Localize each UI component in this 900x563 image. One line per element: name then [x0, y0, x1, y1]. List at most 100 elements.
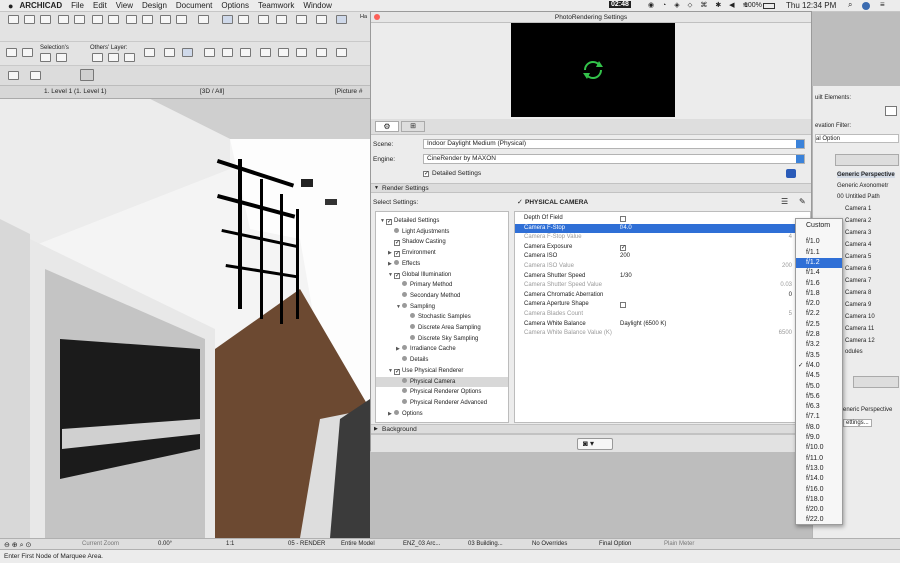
wall-icon[interactable] — [22, 48, 33, 57]
tree-item[interactable]: Details — [376, 355, 508, 365]
tree-generic-perspective[interactable]: Generic Perspective — [837, 172, 895, 178]
tree-item[interactable]: Discrete Sky Sampling — [376, 334, 508, 344]
tree-item[interactable]: ▶Environment — [376, 248, 508, 258]
scale-value[interactable]: 1:1 — [226, 541, 234, 547]
menu-teamwork[interactable]: Teamwork — [258, 1, 294, 10]
panel-action-icons[interactable] — [853, 376, 899, 388]
apple-icon[interactable]: ● — [8, 1, 13, 11]
property-row[interactable]: Camera F-Stopf/4.0▸ — [515, 223, 812, 234]
final-option[interactable]: Final Option — [599, 541, 631, 547]
undo-icon[interactable] — [58, 15, 69, 24]
camera-item[interactable]: Camera 8 — [845, 290, 871, 296]
navigator-tabs[interactable] — [835, 154, 899, 166]
property-checkbox[interactable] — [620, 244, 626, 251]
arrow-tool-icon[interactable] — [8, 15, 19, 24]
scene-stepper-icon[interactable] — [796, 140, 804, 148]
camera-item[interactable]: Camera 9 — [845, 302, 871, 308]
tree-item[interactable]: ▼Detailed Settings — [376, 216, 508, 226]
panel-icon[interactable] — [885, 106, 897, 116]
gravity-icon[interactable] — [336, 15, 347, 24]
property-value[interactable]: f/4.0 — [620, 224, 632, 234]
fstop-option[interactable]: f/16.0 — [796, 485, 842, 495]
pointer-icon[interactable] — [164, 48, 175, 57]
plain-meter[interactable]: Plain Meter — [664, 541, 694, 547]
eye-icon[interactable] — [40, 53, 51, 62]
settings-button[interactable]: ettings... — [843, 419, 872, 427]
fstop-option[interactable]: f/9.0 — [796, 433, 842, 443]
disclosure-icon[interactable]: ▶ — [388, 409, 394, 419]
fstop-option[interactable]: f/14.0 — [796, 474, 842, 484]
scene-select[interactable]: Indoor Daylight Medium (Physical) — [423, 139, 805, 149]
tree-checkbox[interactable] — [394, 272, 400, 279]
arrange-icon[interactable] — [296, 15, 307, 24]
thin-marquee-icon[interactable] — [8, 71, 19, 80]
camera-item[interactable]: Camera 2 — [845, 218, 871, 224]
tree-item[interactable]: Light Adjustments — [376, 227, 508, 237]
camera-item[interactable]: Camera 1 — [845, 206, 871, 212]
layer-edit-icon[interactable] — [124, 53, 135, 62]
layer-combination[interactable]: 05 - RENDER — [288, 541, 325, 547]
tree-item[interactable]: Discrete Area Sampling — [376, 323, 508, 333]
offset-icon[interactable] — [316, 48, 327, 57]
intersect-icon[interactable] — [296, 48, 307, 57]
camera-item[interactable]: Camera 3 — [845, 230, 871, 236]
camera-render-button[interactable]: ◙ ▾ — [577, 438, 613, 450]
fstop-option[interactable]: f/1.0 — [796, 237, 842, 247]
property-row[interactable]: Depth Of Field — [515, 214, 812, 224]
fstop-option[interactable]: f/2.8 — [796, 330, 842, 340]
fstop-option[interactable]: f/8.0 — [796, 423, 842, 433]
tree-generic-axonometry[interactable]: Generic Axonometr — [837, 183, 888, 189]
fstop-option[interactable]: f/5.0 — [796, 382, 842, 392]
menu-edit[interactable]: Edit — [93, 1, 107, 10]
menu-app[interactable]: ARCHICAD — [19, 1, 62, 10]
camera-item[interactable]: Camera 5 — [845, 254, 871, 260]
plan-icon[interactable] — [160, 15, 171, 24]
orbit-icon[interactable] — [142, 15, 153, 24]
fstop-option[interactable]: f/4.5 — [796, 371, 842, 381]
fstop-option[interactable]: f/13.0 — [796, 464, 842, 474]
tab-picture[interactable]: [Picture # — [335, 88, 362, 95]
option-select[interactable]: al Option — [815, 134, 899, 143]
subtract-icon[interactable] — [278, 48, 289, 57]
fit-icon[interactable] — [126, 15, 137, 24]
camera-item[interactable]: Camera 12 — [845, 338, 875, 344]
layer-lock-icon[interactable] — [108, 53, 119, 62]
background-header[interactable]: ▶ Background — [371, 424, 811, 434]
camera-item[interactable]: Camera 6 — [845, 266, 871, 272]
model-view[interactable]: Entire Model — [341, 541, 375, 547]
tree-checkbox[interactable] — [394, 240, 400, 247]
thick-marquee-icon[interactable] — [30, 71, 41, 80]
render-info-icon[interactable] — [786, 169, 796, 178]
menu-options[interactable]: Options — [221, 1, 249, 10]
trace-icon[interactable] — [258, 15, 269, 24]
tree-untitled-path[interactable]: 00 Untitled Path — [837, 194, 880, 200]
fstop-option[interactable]: f/3.5 — [796, 351, 842, 361]
pan-icon[interactable] — [108, 15, 119, 24]
detailed-settings-checkbox[interactable] — [423, 171, 429, 177]
fstop-option[interactable]: f/10.0 — [796, 443, 842, 453]
rect-icon[interactable] — [204, 48, 215, 57]
close-icon[interactable] — [374, 14, 380, 20]
zoom-icons[interactable]: ⊖ ⊕ ⌕ ⊙ — [4, 541, 31, 550]
property-row[interactable]: Camera Chromatic Aberration 0 — [515, 291, 812, 301]
marquee-tool-icon[interactable] — [24, 15, 35, 24]
overrides[interactable]: No Overrides — [532, 541, 567, 547]
fstop-dropdown[interactable]: Custom f/1.0 f/1.1 f/1.2 f/1.4 f/1.6 f/1.8 f/2.… — [795, 218, 843, 525]
fstop-option[interactable]: f/3.2 — [796, 340, 842, 350]
selection-icon[interactable] — [6, 48, 17, 57]
lock-icon[interactable] — [56, 53, 67, 62]
current-zoom[interactable]: Current Zoom — [82, 541, 119, 547]
zoom-icon[interactable] — [92, 15, 103, 24]
property-value[interactable]: 1/30 — [620, 272, 632, 282]
layer-eye-icon[interactable] — [92, 53, 103, 62]
edit-icon[interactable]: ✎ — [799, 197, 806, 206]
pen-icon[interactable] — [276, 15, 287, 24]
tree-item[interactable]: Physical Camera — [376, 376, 508, 387]
fstop-option[interactable]: f/22.0 — [796, 515, 842, 525]
tree-item[interactable]: ▼Global Illumination — [376, 270, 508, 280]
angle-value[interactable]: 0.00° — [158, 541, 172, 547]
render-settings-header[interactable]: ▼ Render Settings — [371, 183, 811, 193]
property-row[interactable]: Camera Shutter Speed 1/30 — [515, 272, 812, 282]
disclosure-icon[interactable]: ▼ — [396, 302, 402, 312]
camera-item[interactable]: Camera 10 — [845, 314, 875, 320]
